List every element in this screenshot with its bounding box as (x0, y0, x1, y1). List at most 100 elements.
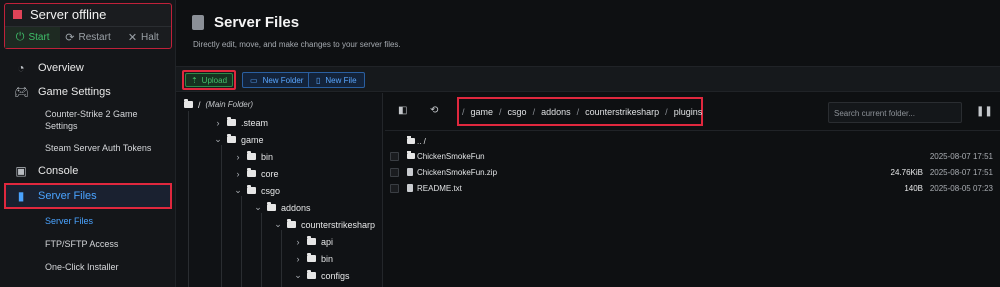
sidebar-toggle-icon[interactable]: ◧ (398, 105, 407, 116)
sidebar-subitem-ftp[interactable]: FTP/SFTP Access (0, 232, 176, 255)
file-icon: ▮ (17, 189, 25, 203)
chevron-right-icon: › (296, 236, 300, 247)
row-checkbox[interactable] (390, 152, 399, 161)
sidebar-item-cs2-settings[interactable]: Counter-Strike 2 Game Settings (0, 104, 176, 136)
sidebar-subitem-installer[interactable]: One-Click Installer (0, 255, 176, 278)
sidebar-item-auth-tokens[interactable]: Steam Server Auth Tokens (0, 136, 176, 159)
tree-guide (241, 196, 242, 287)
sidebar-item-label: Counter-Strike 2 Game Settings (45, 109, 138, 131)
halt-button[interactable]: ✕ Halt (116, 27, 171, 48)
sidebar-subitem-server-files[interactable]: Server Files (0, 209, 176, 232)
tree-guide (221, 145, 222, 287)
folder-icon (247, 168, 256, 177)
folder-icon (247, 151, 256, 160)
pause-icon[interactable]: ❚❚ (976, 106, 993, 117)
sidebar-item-label: Steam Server Auth Tokens (45, 142, 152, 153)
tree-item[interactable]: › core (234, 165, 279, 182)
file-row[interactable]: README.txt 140B 2025-08-05 07:23 (385, 180, 1000, 197)
close-icon: ✕ (127, 32, 138, 44)
sidebar-item-server-files[interactable]: ▮ Server Files (4, 183, 172, 209)
tree-item[interactable]: › api (294, 233, 333, 250)
server-status-label: Server offline (30, 6, 107, 22)
folder-icon (307, 270, 316, 279)
new-folder-label: New Folder (262, 75, 304, 85)
tree-item[interactable]: › .steam (214, 114, 268, 131)
folder-icon (307, 236, 316, 245)
sidebar-item-label: Overview (38, 62, 84, 74)
chevron-down-icon: ⌄ (294, 270, 302, 280)
tree-item[interactable]: ⌄ configs (294, 267, 350, 284)
upload-button[interactable]: ⇡ Upload (182, 70, 236, 90)
tree-item[interactable]: ⌄ game (214, 131, 264, 148)
search-input[interactable] (829, 104, 961, 123)
server-status-header: Server offline (5, 4, 171, 24)
sidebar-nav: ◔ Overview 🎮︎ Game Settings Counter-Strike… (0, 56, 176, 278)
tree-label: configs (321, 270, 350, 281)
tree-label: game (241, 134, 264, 145)
tree-guide (261, 213, 262, 287)
file-date: 2025-08-05 07:23 (929, 184, 993, 193)
file-plus-icon: ▯ (316, 75, 321, 85)
file-icon (407, 168, 413, 176)
search-field (828, 102, 962, 123)
breadcrumb-item[interactable]: csgo (508, 107, 527, 117)
document-icon (192, 15, 204, 30)
terminal-icon: ▣ (15, 164, 27, 178)
page-header: Server Files (192, 14, 299, 31)
tree-item[interactable]: ⌄ addons (254, 199, 311, 216)
folder-plus-icon: ▭ (250, 75, 258, 85)
row-checkbox[interactable] (390, 168, 399, 177)
breadcrumb-separator: / (665, 106, 668, 117)
breadcrumb-root[interactable]: / (462, 107, 465, 117)
start-label: Start (28, 32, 50, 43)
start-button[interactable]: ⏻ Start (5, 27, 61, 48)
folder-icon (407, 151, 415, 159)
server-status-panel: Server offline ⏻ Start ⟳ Restart ✕ Halt (4, 3, 172, 49)
sidebar-item-console[interactable]: ▣ Console (0, 159, 176, 183)
tree-item[interactable]: ⌄ counterstrikesharp (274, 216, 375, 233)
tree-item[interactable]: › bin (294, 250, 333, 267)
tree-label: counterstrikesharp (301, 219, 376, 230)
file-row[interactable]: ChickenSmokeFun 2025-08-07 17:51 (385, 148, 1000, 165)
file-size: 24.76KiB (890, 168, 923, 177)
sidebar-item-label: One-Click Installer (45, 261, 119, 272)
row-checkbox[interactable] (390, 184, 399, 193)
tree-label: addons (281, 202, 311, 213)
sidebar-item-game-settings[interactable]: 🎮︎ Game Settings (0, 80, 176, 104)
file-row[interactable]: ChickenSmokeFun.zip 24.76KiB 2025-08-07 … (385, 164, 1000, 181)
breadcrumb-item[interactable]: counterstrikesharp (585, 107, 659, 117)
gauge-icon: ◔ (17, 61, 25, 75)
tree-root[interactable]: / (Main Folder) (184, 96, 253, 113)
file-icon (407, 184, 413, 192)
chevron-down-icon: ⌄ (254, 202, 262, 212)
folder-tree: / (Main Folder) › .steam ⌄ game › bin › core … (176, 93, 383, 287)
page-subtitle: Directly edit, move, and make changes to… (193, 40, 401, 49)
file-name: ChickenSmokeFun (417, 152, 485, 161)
restart-label: Restart (78, 32, 111, 43)
folder-icon (184, 99, 193, 108)
new-file-label: New File (325, 75, 357, 85)
tree-root-note: (Main Folder) (205, 100, 254, 109)
breadcrumb-separator: / (499, 106, 502, 117)
tree-item[interactable]: ⌄ csgo (234, 182, 280, 199)
tree-label: .steam (241, 117, 269, 128)
chevron-down-icon: ⌄ (234, 185, 242, 195)
breadcrumb-item[interactable]: addons (541, 107, 571, 117)
halt-label: Halt (141, 32, 159, 43)
new-folder-button[interactable]: ▭ New Folder (242, 72, 312, 88)
breadcrumb-item[interactable]: game (471, 107, 494, 117)
sidebar-item-overview[interactable]: ◔ Overview (0, 56, 176, 80)
refresh-icon[interactable]: ⟲ (430, 105, 438, 116)
file-name: README.txt (417, 184, 462, 193)
breadcrumb-item[interactable]: plugins (674, 107, 703, 117)
restart-button[interactable]: ⟳ Restart (60, 27, 115, 48)
tree-item[interactable]: › bin (234, 148, 273, 165)
folder-icon (227, 117, 236, 126)
folder-icon (407, 136, 415, 144)
sidebar: Server offline ⏻ Start ⟳ Restart ✕ Halt ◔ Ov… (0, 0, 176, 287)
chevron-down-icon: ⌄ (274, 219, 282, 229)
new-file-button[interactable]: ▯ New File (308, 72, 365, 88)
sidebar-item-label: FTP/SFTP Access (45, 238, 119, 249)
page-title: Server Files (214, 14, 300, 31)
file-name: ChickenSmokeFun.zip (417, 168, 498, 177)
